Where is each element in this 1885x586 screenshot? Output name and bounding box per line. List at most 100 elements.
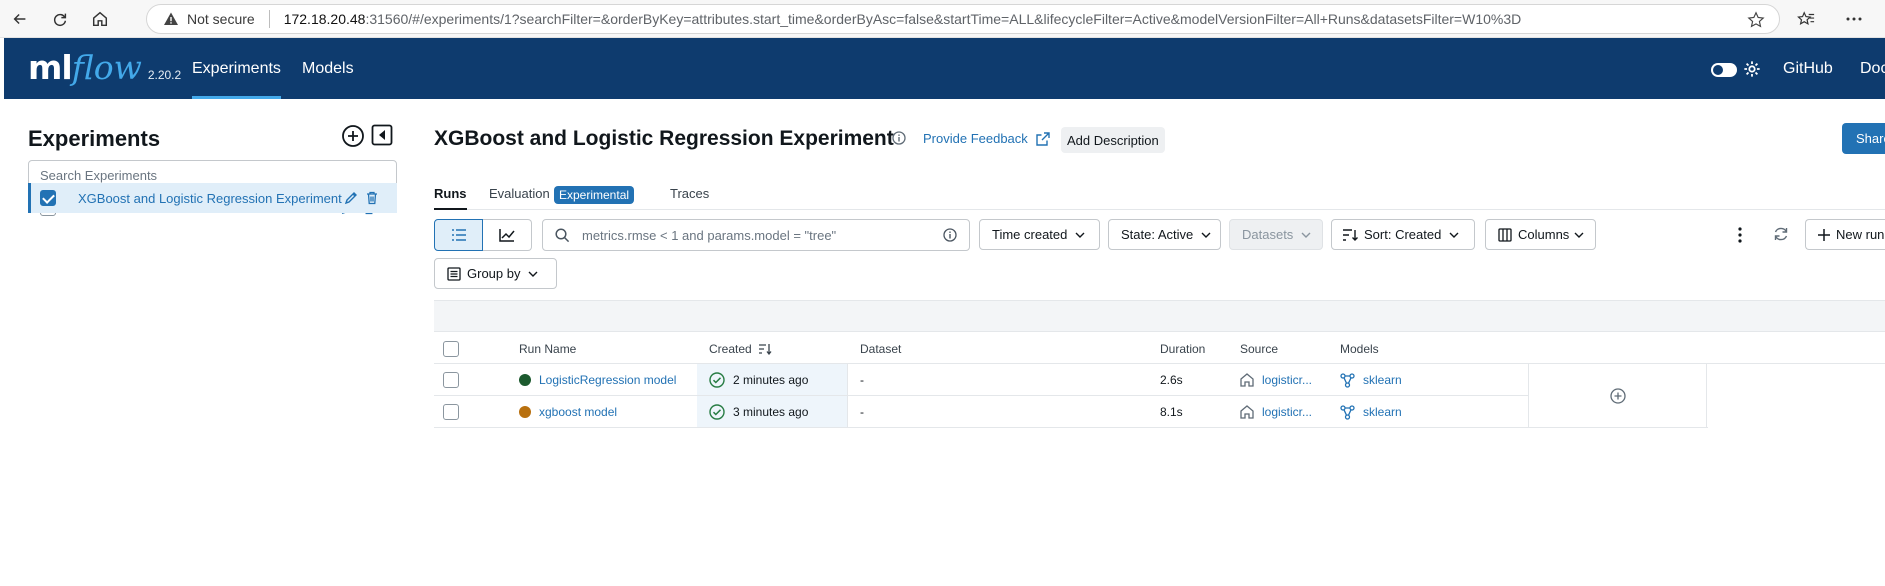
created-cell: 2 minutes ago (709, 364, 808, 396)
models-cell[interactable]: sklearn (1340, 364, 1402, 396)
new-run-button[interactable]: New run (1805, 219, 1885, 250)
refresh-icon[interactable] (1773, 226, 1789, 245)
chart-icon (499, 229, 515, 242)
app-header: ml flow 2.20.2 Experiments Models GitHub … (4, 38, 1885, 99)
trash-icon[interactable] (366, 191, 378, 205)
duration-cell: 8.1s (1160, 405, 1183, 419)
kebab-menu-icon[interactable] (1737, 226, 1743, 247)
search-runs-input[interactable]: metrics.rmse < 1 and params.model = "tre… (542, 219, 970, 251)
nav-models[interactable]: Models (302, 38, 354, 99)
tab-evaluation[interactable]: Evaluation (489, 186, 550, 201)
columns-icon (1498, 227, 1512, 242)
column-header-created[interactable]: Created (709, 333, 772, 365)
experiment-actions (344, 191, 378, 205)
divider (434, 427, 1708, 428)
github-link[interactable]: GitHub (1783, 38, 1833, 99)
edit-icon[interactable] (344, 191, 358, 205)
experiments-sidebar: Experiments Search Experiments Default (4, 99, 401, 586)
duration-cell: 2.6s (1160, 373, 1183, 387)
run-color-dot[interactable] (519, 374, 531, 386)
external-link-icon (1036, 131, 1050, 146)
add-experiment-icon[interactable] (341, 124, 365, 148)
table-row: LogisticRegression model (519, 364, 676, 396)
info-icon[interactable] (943, 228, 957, 245)
divider (434, 331, 1885, 332)
chart-view-button[interactable] (483, 219, 532, 251)
experiment-tabs: Runs Evaluation Traces (434, 180, 1885, 210)
nav-experiments[interactable]: Experiments (192, 38, 281, 99)
column-header-duration[interactable]: Duration (1160, 333, 1205, 365)
sort-dropdown[interactable]: Sort: Created (1331, 219, 1475, 250)
share-button[interactable]: Share (1842, 123, 1885, 154)
url-text[interactable]: 172.18.20.48:31560/#/experiments/1?searc… (284, 11, 1522, 27)
experiment-row-xgboost[interactable]: XGBoost and Logistic Regression Experime… (28, 183, 397, 213)
favorites-icon[interactable] (1786, 0, 1826, 38)
experiment-title: XGBoost and Logistic Regression Experime… (434, 127, 894, 150)
browser-toolbar: Not secure 172.18.20.48:31560/#/experime… (0, 0, 1885, 38)
experiment-checkbox-checked[interactable] (40, 190, 56, 206)
home-icon[interactable] (80, 0, 120, 38)
table-row: xgboost model (519, 396, 617, 428)
row-checkbox[interactable] (443, 364, 459, 396)
more-icon[interactable] (1834, 0, 1874, 38)
row-checkbox[interactable] (443, 396, 459, 428)
success-icon (709, 404, 725, 420)
info-icon[interactable] (892, 131, 906, 148)
group-by-dropdown[interactable]: Group by (434, 258, 557, 289)
notebook-icon (1240, 373, 1254, 387)
datasets-dropdown[interactable]: Datasets (1229, 219, 1323, 250)
address-bar[interactable]: Not secure 172.18.20.48:31560/#/experime… (146, 4, 1780, 34)
select-all-checkbox[interactable] (443, 333, 459, 365)
dark-mode-toggle[interactable] (1711, 63, 1737, 77)
address-divider (268, 10, 270, 28)
chevron-down-icon (1201, 232, 1211, 238)
column-header-source[interactable]: Source (1240, 333, 1278, 365)
back-icon[interactable] (0, 0, 40, 38)
star-icon[interactable] (1747, 11, 1765, 32)
models-cell[interactable]: sklearn (1340, 396, 1402, 428)
gear-icon[interactable] (1743, 60, 1761, 81)
chevron-down-icon (1075, 232, 1085, 238)
chevron-down-icon (1301, 232, 1311, 238)
add-column-icon[interactable] (1609, 388, 1626, 404)
plus-icon (1818, 228, 1830, 241)
model-icon (1340, 404, 1355, 420)
chevron-down-icon (528, 271, 538, 277)
list-icon (451, 229, 466, 241)
feedback-label: Provide Feedback (923, 131, 1028, 146)
sidebar-title: Experiments (28, 126, 161, 151)
column-header-models[interactable]: Models (1340, 333, 1379, 365)
tab-traces[interactable]: Traces (670, 186, 709, 201)
sort-desc-icon[interactable] (758, 343, 772, 355)
created-cell: 3 minutes ago (709, 396, 808, 428)
search-icon (555, 227, 570, 243)
source-cell[interactable]: logisticr... (1240, 364, 1312, 396)
mlflow-logo[interactable]: ml flow 2.20.2 (28, 48, 181, 87)
experiment-name[interactable]: XGBoost and Logistic Regression Experime… (78, 191, 342, 206)
chevron-down-icon (1449, 232, 1459, 238)
run-name-link[interactable]: xgboost model (539, 405, 617, 419)
reload-icon[interactable] (40, 0, 80, 38)
security-label: Not secure (187, 11, 255, 27)
state-dropdown[interactable]: State: Active (1108, 219, 1221, 250)
column-header-dataset[interactable]: Dataset (860, 333, 901, 365)
provide-feedback-link[interactable]: Provide Feedback (923, 131, 1050, 146)
columns-dropdown[interactable]: Columns (1485, 219, 1596, 250)
dataset-cell: - (860, 405, 864, 419)
source-cell[interactable]: logisticr... (1240, 396, 1312, 428)
warning-icon[interactable]: Not secure (163, 11, 255, 27)
time-created-dropdown[interactable]: Time created (979, 219, 1100, 250)
group-icon (447, 266, 461, 281)
sort-icon (1343, 228, 1358, 241)
column-header-run-name[interactable]: Run Name (519, 333, 576, 365)
tab-runs[interactable]: Runs (434, 186, 467, 210)
docs-link[interactable]: Doc (1860, 38, 1885, 99)
add-column-cell (1528, 364, 1707, 428)
table-view-button[interactable] (434, 219, 483, 251)
add-description-button[interactable]: Add Description (1061, 127, 1165, 153)
run-color-dot[interactable] (519, 406, 531, 418)
view-mode-toggle (434, 219, 532, 251)
run-name-link[interactable]: LogisticRegression model (539, 373, 676, 387)
collapse-sidebar-icon[interactable] (371, 124, 393, 146)
model-icon (1340, 372, 1355, 388)
